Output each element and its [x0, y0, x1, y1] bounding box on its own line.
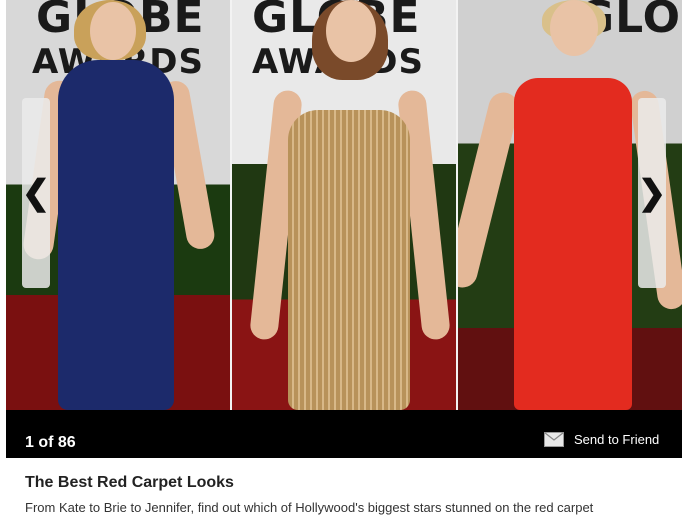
- next-photo-button[interactable]: ❯: [638, 98, 666, 288]
- previous-photo-button[interactable]: ❮: [22, 98, 50, 288]
- envelope-icon: [544, 432, 564, 447]
- send-to-friend-label: Send to Friend: [574, 432, 660, 447]
- gallery-title: The Best Red Carpet Looks: [25, 474, 234, 491]
- photo-gallery: GLOBE AWARDS GLOBE AWARDS GLOBE: [6, 0, 682, 458]
- send-to-friend-button[interactable]: Send to Friend: [544, 432, 659, 447]
- photo-counter: 1 of 86: [25, 434, 76, 451]
- photo-strip: GLOBE AWARDS GLOBE AWARDS GLOBE: [6, 0, 682, 410]
- gallery-caption-bar: 1 of 86 Send to Friend: [6, 410, 682, 458]
- gallery-description: From Kate to Brie to Jennifer, find out …: [25, 500, 594, 515]
- chevron-left-icon: ❮: [21, 174, 51, 212]
- gallery-photo-2[interactable]: GLOBE AWARDS: [232, 0, 456, 410]
- chevron-right-icon: ❯: [637, 174, 667, 212]
